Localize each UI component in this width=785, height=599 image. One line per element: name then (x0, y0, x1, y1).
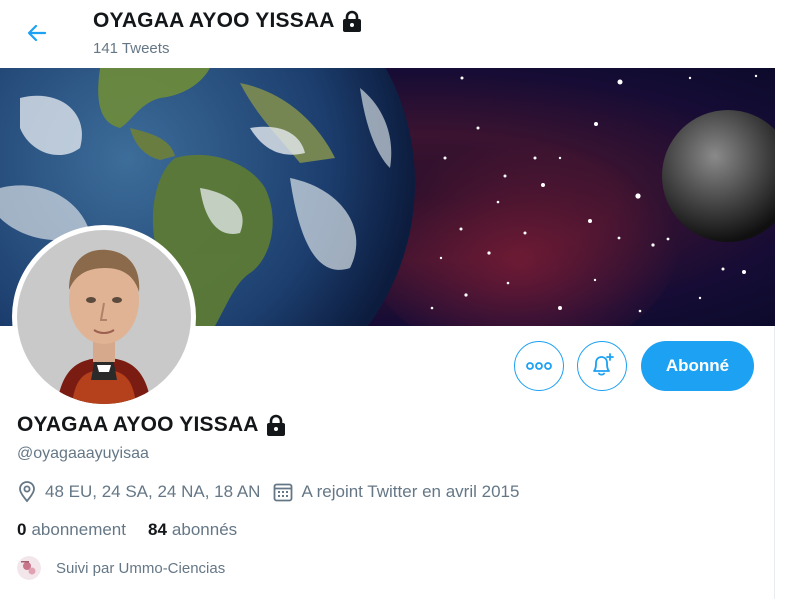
calendar-icon (274, 483, 293, 502)
arrow-left-icon (27, 24, 47, 42)
header-title: OYAGAA AYOO YISSAA (93, 9, 363, 33)
location-text: 48 EU, 24 SA, 24 NA, 18 AN (45, 482, 261, 501)
lock-icon (266, 414, 285, 436)
more-dots-icon (526, 362, 552, 370)
notifications-button[interactable] (577, 341, 627, 391)
followed-by-text: Suivi par Ummo-Ciencias (56, 559, 226, 577)
profile-page: OYAGAA AYOO YISSAA 141 Tweets Abonné OYA… (0, 0, 775, 599)
follow-counts: 0 abonnement 84 abonnés (17, 520, 237, 540)
profile-name: OYAGAA AYOO YISSAA (17, 413, 287, 437)
header-name: OYAGAA AYOO YISSAA (93, 9, 335, 32)
location-pin-icon (19, 481, 35, 503)
profile-meta: 48 EU, 24 SA, 24 NA, 18 AN A rejoint Twi… (17, 481, 519, 503)
more-options-button[interactable] (514, 341, 564, 391)
following-count-link[interactable]: 0 abonnement (17, 520, 126, 540)
followers-count: 84 (148, 520, 167, 539)
lock-icon (342, 10, 361, 32)
joined-item: A rejoint Twitter en avril 2015 (273, 482, 519, 502)
follower-avatar[interactable] (17, 556, 41, 580)
following-count: 0 (17, 520, 27, 539)
joined-text: A rejoint Twitter en avril 2015 (301, 482, 520, 501)
followers-label: abonnés (171, 520, 238, 539)
following-label: abonnement (31, 520, 126, 539)
tweets-count: 141 Tweets (93, 40, 170, 57)
back-button[interactable] (20, 16, 54, 50)
following-button[interactable]: Abonné (641, 341, 754, 391)
profile-name-text: OYAGAA AYOO YISSAA (17, 413, 259, 436)
profile-avatar[interactable] (12, 225, 196, 409)
profile-header: OYAGAA AYOO YISSAA 141 Tweets (0, 0, 775, 68)
profile-handle: @oyagaaayuyisaa (17, 445, 149, 462)
bell-plus-icon (593, 353, 614, 376)
followers-count-link[interactable]: 84 abonnés (148, 520, 237, 540)
followed-by[interactable]: Suivi par Ummo-Ciencias (17, 556, 225, 580)
location-item: 48 EU, 24 SA, 24 NA, 18 AN (17, 481, 260, 503)
